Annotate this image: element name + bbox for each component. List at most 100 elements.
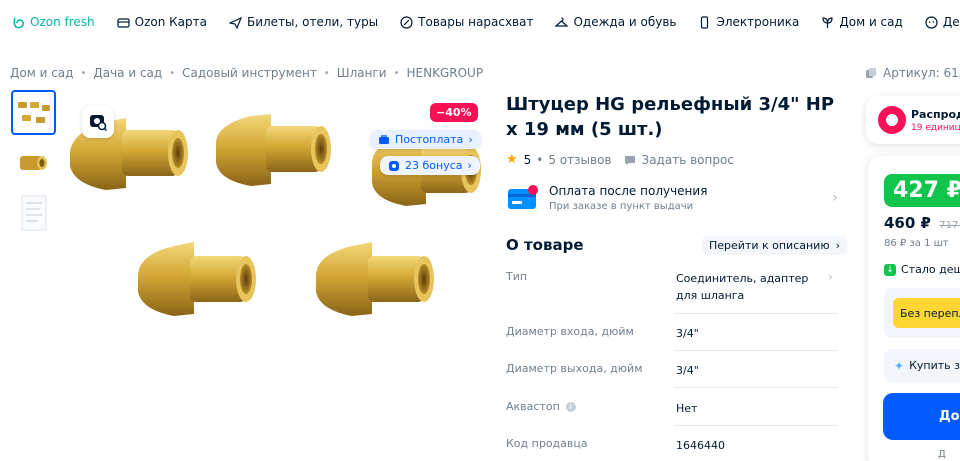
breadcrumb-item[interactable]: HENKGROUP [407,66,484,80]
spec-row: Диаметр входа, дюйм 3/4" [506,325,838,342]
nav-item-label: Ozon fresh [30,15,95,29]
percent-icon [400,15,413,29]
fitting-4 [138,242,256,316]
plant-icon [821,16,834,29]
ask-question-button[interactable]: Задать вопрос [624,153,734,167]
spec-key: Код продавца [506,437,588,450]
fittings-thumbnail-image [17,101,50,123]
chevron-right-icon[interactable]: › [828,270,833,284]
nav-item-electronics[interactable]: Электроника [698,15,799,29]
divider [674,387,838,388]
spec-key: Аквастоп [506,400,560,413]
fitting-thumbnail-image [19,155,47,170]
phone-icon [698,15,711,29]
nav-item-label: Ozon Карта [134,15,207,29]
bonus-badge[interactable]: 23 бонуса › [380,156,480,175]
nav-item-label: Билеты, отели, туры [246,15,379,29]
breadcrumb-separator: • [323,67,330,79]
goto-description-button[interactable]: Перейти к описанию › [702,236,847,255]
rating-row: ★ 5 • 5 отзывов Задать вопрос [506,152,734,167]
gallery-thumbnail[interactable] [11,90,56,135]
regular-price: 460 ₽ [884,214,931,232]
info-icon[interactable]: i [565,402,576,412]
breadcrumb-separator: • [169,67,176,79]
about-heading: О товаре [506,236,584,254]
spec-row: Код продавца 1646440 [506,437,838,454]
spec-key: Диаметр входа, дюйм [506,325,634,338]
breadcrumb-item[interactable]: Дача и сад [93,66,162,80]
fitting-2 [216,114,331,186]
bonus-icon [388,160,400,172]
breadcrumb-separator: • [80,67,87,79]
arrow-down-icon: ↓ [884,263,896,276]
spec-row: Диаметр выхода, дюйм 3/4" [506,362,838,379]
breadcrumb: Дом и сад • Дача и сад • Садовый инструм… [10,66,483,80]
chevron-right-icon: › [467,159,472,172]
seller-card[interactable]: Распрод 19 единиц [866,96,960,144]
nav-item-label: Товары нарасхват [418,15,534,29]
old-price: 717 ₽ [939,220,960,231]
chevron-right-icon: › [468,133,473,146]
image-search-button[interactable] [82,106,114,138]
article-number[interactable]: Артикул: 61587 [865,66,960,80]
card-icon [117,16,130,29]
chevron-right-icon: › [835,239,840,252]
fresh-icon [12,16,25,29]
breadcrumb-item[interactable]: Садовый инструмент [182,66,317,80]
nav-item-home-garden[interactable]: Дом и сад [821,15,903,29]
nav-item-kids[interactable]: Детские товары [925,15,960,29]
add-to-cart-button[interactable]: Доб [883,393,960,440]
ask-question-label: Задать вопрос [641,152,734,167]
payment-after-delivery[interactable]: Оплата после получения При заказе в пунк… [506,178,838,218]
nav-item-ozon-fresh[interactable]: Ozon fresh [12,15,95,29]
spec-value: 3/4" [676,364,699,377]
spec-key-with-info: Аквастоп i [506,400,676,417]
gallery-thumbnail[interactable] [11,190,56,235]
article-label: Артикул: 61587 [883,66,960,80]
image-search-icon [90,115,107,131]
postpay-badge[interactable]: Постоплата › [370,130,481,149]
price-per-unit: 86 ₽ за 1 шт [884,238,949,249]
spec-row: Аквастоп i Нет [506,400,838,417]
baby-icon [925,15,938,29]
delivery-label: Д [938,449,946,460]
nav-item-ozon-card[interactable]: Ozon Карта [117,15,207,29]
hanger-icon [555,16,569,29]
divider [674,350,838,351]
buy-alt-button[interactable]: ✦ Купить за [884,349,960,382]
divider [674,425,838,426]
plane-icon [228,16,242,29]
nav-item-clothes[interactable]: Одежда и обувь [555,15,676,29]
payment-title: Оплата после получения [549,184,708,198]
seller-name: Распрод [911,107,960,121]
gallery-thumbnail[interactable] [11,141,56,186]
spec-value: 1646440 [676,439,725,452]
product-title: Штуцер HG рельефный 3/4" HP x 19 мм (5 ш… [506,94,835,140]
spec-value: Нет [676,402,698,415]
nav-item-tickets[interactable]: Билеты, отели, туры [228,15,379,29]
spec-value: Соединитель, адаптер для шланга [676,272,809,302]
price-drop-label: Стало деше [901,263,960,276]
reviews-link[interactable]: 5 отзывов [548,153,611,167]
nav-item-label: Дом и сад [839,15,903,29]
rating-value: 5 [523,152,532,167]
no-overpay-button[interactable]: Без перепл [893,298,960,328]
spec-row: Тип Соединитель, адаптер для шланга [506,270,838,304]
fitting-5 [316,242,434,316]
breadcrumb-item[interactable]: Дом и сад [10,66,73,80]
nav-item-label: Одежда и обувь [573,15,677,29]
payment-card-icon [508,185,538,209]
card-price: 427 ₽ [884,174,960,207]
seller-stock: 19 единиц [911,122,960,133]
goto-description-label: Перейти к описанию [709,239,830,252]
wallet-icon [378,134,390,146]
chevron-right-icon: › [832,190,838,206]
postpay-label: Постоплата [395,133,464,146]
breadcrumb-item[interactable]: Шланги [337,66,387,80]
spec-key: Тип [506,270,528,283]
buy-alt-label: Купить за [909,359,960,372]
nav-item-hot-deals[interactable]: Товары нарасхват [400,15,533,29]
payment-subtitle: При заказе в пункт выдачи [549,201,694,212]
drawing-thumbnail-image [21,195,46,230]
breadcrumb-separator: • [393,67,400,79]
